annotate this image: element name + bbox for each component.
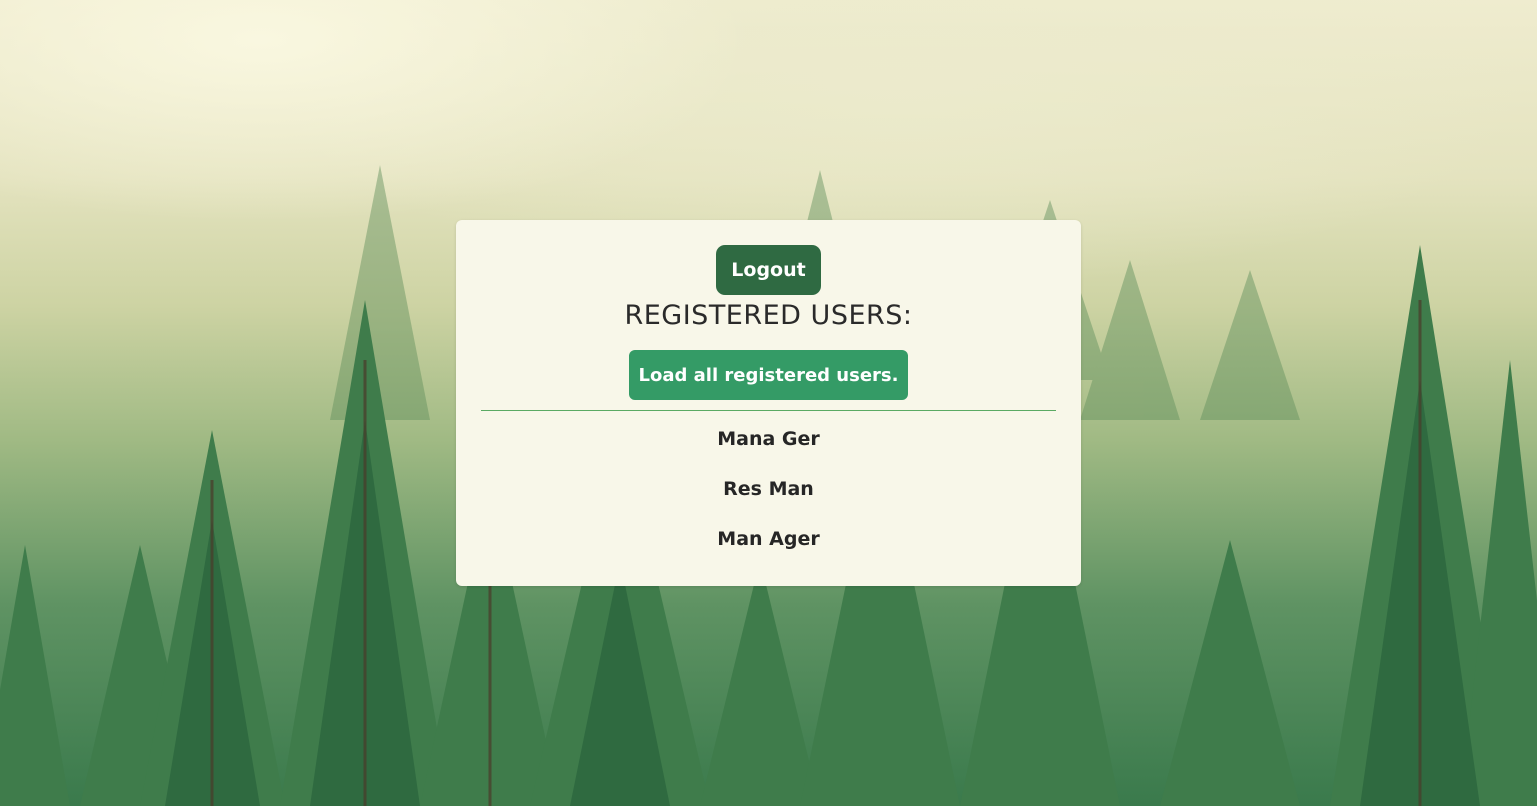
- divider: [481, 410, 1056, 411]
- list-item: Res Man: [723, 478, 814, 500]
- registered-users-panel: Logout REGISTERED USERS: Load all regist…: [456, 220, 1081, 586]
- user-list: Mana Ger Res Man Man Ager: [456, 425, 1081, 575]
- list-item: Mana Ger: [717, 428, 820, 450]
- logout-button[interactable]: Logout: [716, 245, 821, 295]
- list-item: Man Ager: [717, 528, 820, 550]
- load-users-button[interactable]: Load all registered users.: [629, 350, 908, 400]
- page-title: REGISTERED USERS:: [624, 300, 913, 331]
